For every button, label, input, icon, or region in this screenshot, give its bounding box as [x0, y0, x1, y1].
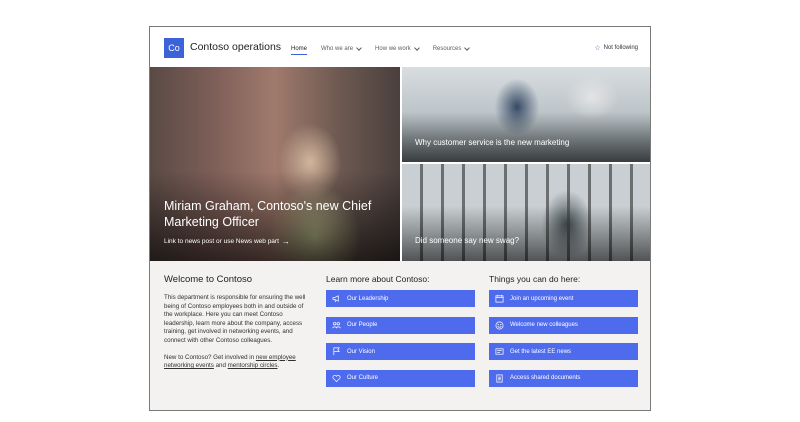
- our-culture-button[interactable]: Our Culture: [326, 369, 475, 387]
- heart-icon: [332, 374, 341, 382]
- button-label: Welcome new colleagues: [510, 322, 578, 328]
- our-vision-button[interactable]: Our Vision: [326, 343, 475, 360]
- site-header: Co Contoso operations Home Who we are Ho…: [150, 27, 650, 67]
- nav-item-how-we-work[interactable]: How we work: [375, 43, 420, 55]
- things-heading: Things you can do here:: [489, 274, 581, 284]
- lower-section: Welcome to Contoso This department is re…: [150, 261, 650, 410]
- learn-more-heading: Learn more about Contoso:: [326, 274, 430, 284]
- welcome-colleagues-button[interactable]: Welcome new colleagues: [489, 316, 638, 334]
- nav-label: Resources: [432, 46, 462, 52]
- button-label: Get the latest EE news: [510, 348, 572, 355]
- nav-label: Home: [291, 45, 308, 52]
- hero-main-link-text: Link to news post or use News web part: [164, 238, 279, 245]
- nav-item-resources[interactable]: Resources: [432, 43, 471, 55]
- hero-main-link[interactable]: Link to news post or use News web part →: [164, 237, 290, 246]
- nav-label: How we work: [375, 46, 411, 52]
- welcome-cta: New to Contoso? Get involved in new empl…: [164, 354, 309, 371]
- nav-item-who-we-are[interactable]: Who we are: [321, 43, 362, 55]
- smiley-icon: [495, 321, 504, 329]
- button-label: Our Culture: [347, 375, 379, 381]
- news-icon: [495, 348, 504, 355]
- hero-bottom-right-title[interactable]: Did someone say new swag?: [415, 236, 519, 245]
- chevron-down-icon: [413, 44, 420, 51]
- megaphone-icon: [332, 295, 339, 303]
- cta-prefix: New to Contoso? Get involved in: [164, 353, 256, 361]
- hero-tile-bottom-right[interactable]: Did someone say new swag?: [402, 164, 650, 261]
- join-event-button[interactable]: Join an upcoming event: [489, 290, 638, 307]
- hero-tile-top-right[interactable]: Why customer service is the new marketin…: [402, 67, 650, 162]
- chevron-down-icon: [356, 44, 362, 51]
- ee-news-button[interactable]: Get the latest EE news: [489, 343, 638, 360]
- shared-documents-button[interactable]: Access shared documents: [489, 369, 638, 387]
- our-leadership-button[interactable]: Our Leadership: [326, 290, 475, 307]
- mentorship-circles-link[interactable]: mentorship circles: [228, 362, 278, 369]
- welcome-heading: Welcome to Contoso: [164, 274, 253, 285]
- things-you-can-do-column: Things you can do here: Join an upcoming…: [489, 274, 638, 396]
- hero-main-title[interactable]: Miriam Graham, Contoso's new Chief Marke…: [164, 198, 379, 230]
- hero-top-right-title[interactable]: Why customer service is the new marketin…: [415, 138, 569, 147]
- welcome-block: Welcome to Contoso This department is re…: [164, 274, 309, 371]
- nav-item-home[interactable]: Home: [291, 43, 308, 55]
- people-icon: [332, 321, 341, 328]
- calendar-icon: [495, 294, 504, 303]
- button-label: Access shared documents: [510, 375, 581, 381]
- document-icon: [496, 374, 503, 382]
- hero-section: Miriam Graham, Contoso's new Chief Marke…: [150, 67, 650, 261]
- site-title[interactable]: Contoso operations: [190, 41, 281, 53]
- welcome-body: This department is responsible for ensur…: [164, 294, 306, 344]
- flag-icon: [333, 347, 340, 356]
- button-label: Our Leadership: [347, 295, 389, 302]
- follow-label: Not following: [603, 45, 638, 51]
- top-nav: Home Who we are How we work Resources: [291, 43, 483, 55]
- hero-tile-main[interactable]: Miriam Graham, Contoso's new Chief Marke…: [150, 67, 400, 261]
- site-logo[interactable]: Co: [164, 38, 184, 58]
- arrow-right-icon: →: [281, 237, 290, 246]
- follow-button[interactable]: ☆ Not following: [594, 44, 638, 52]
- chevron-down-icon: [464, 44, 471, 51]
- cta-suffix: .: [277, 362, 280, 370]
- cta-and: and: [213, 362, 228, 370]
- button-label: Our Vision: [347, 348, 375, 355]
- site-page: Co Contoso operations Home Who we are Ho…: [149, 26, 651, 411]
- button-label: Join an upcoming event: [510, 295, 574, 302]
- button-label: Our People: [347, 322, 378, 328]
- learn-more-column: Learn more about Contoso: Our Leadership…: [326, 274, 475, 396]
- nav-label: Who we are: [321, 46, 354, 52]
- star-icon: ☆: [594, 45, 601, 52]
- our-people-button[interactable]: Our People: [326, 316, 475, 334]
